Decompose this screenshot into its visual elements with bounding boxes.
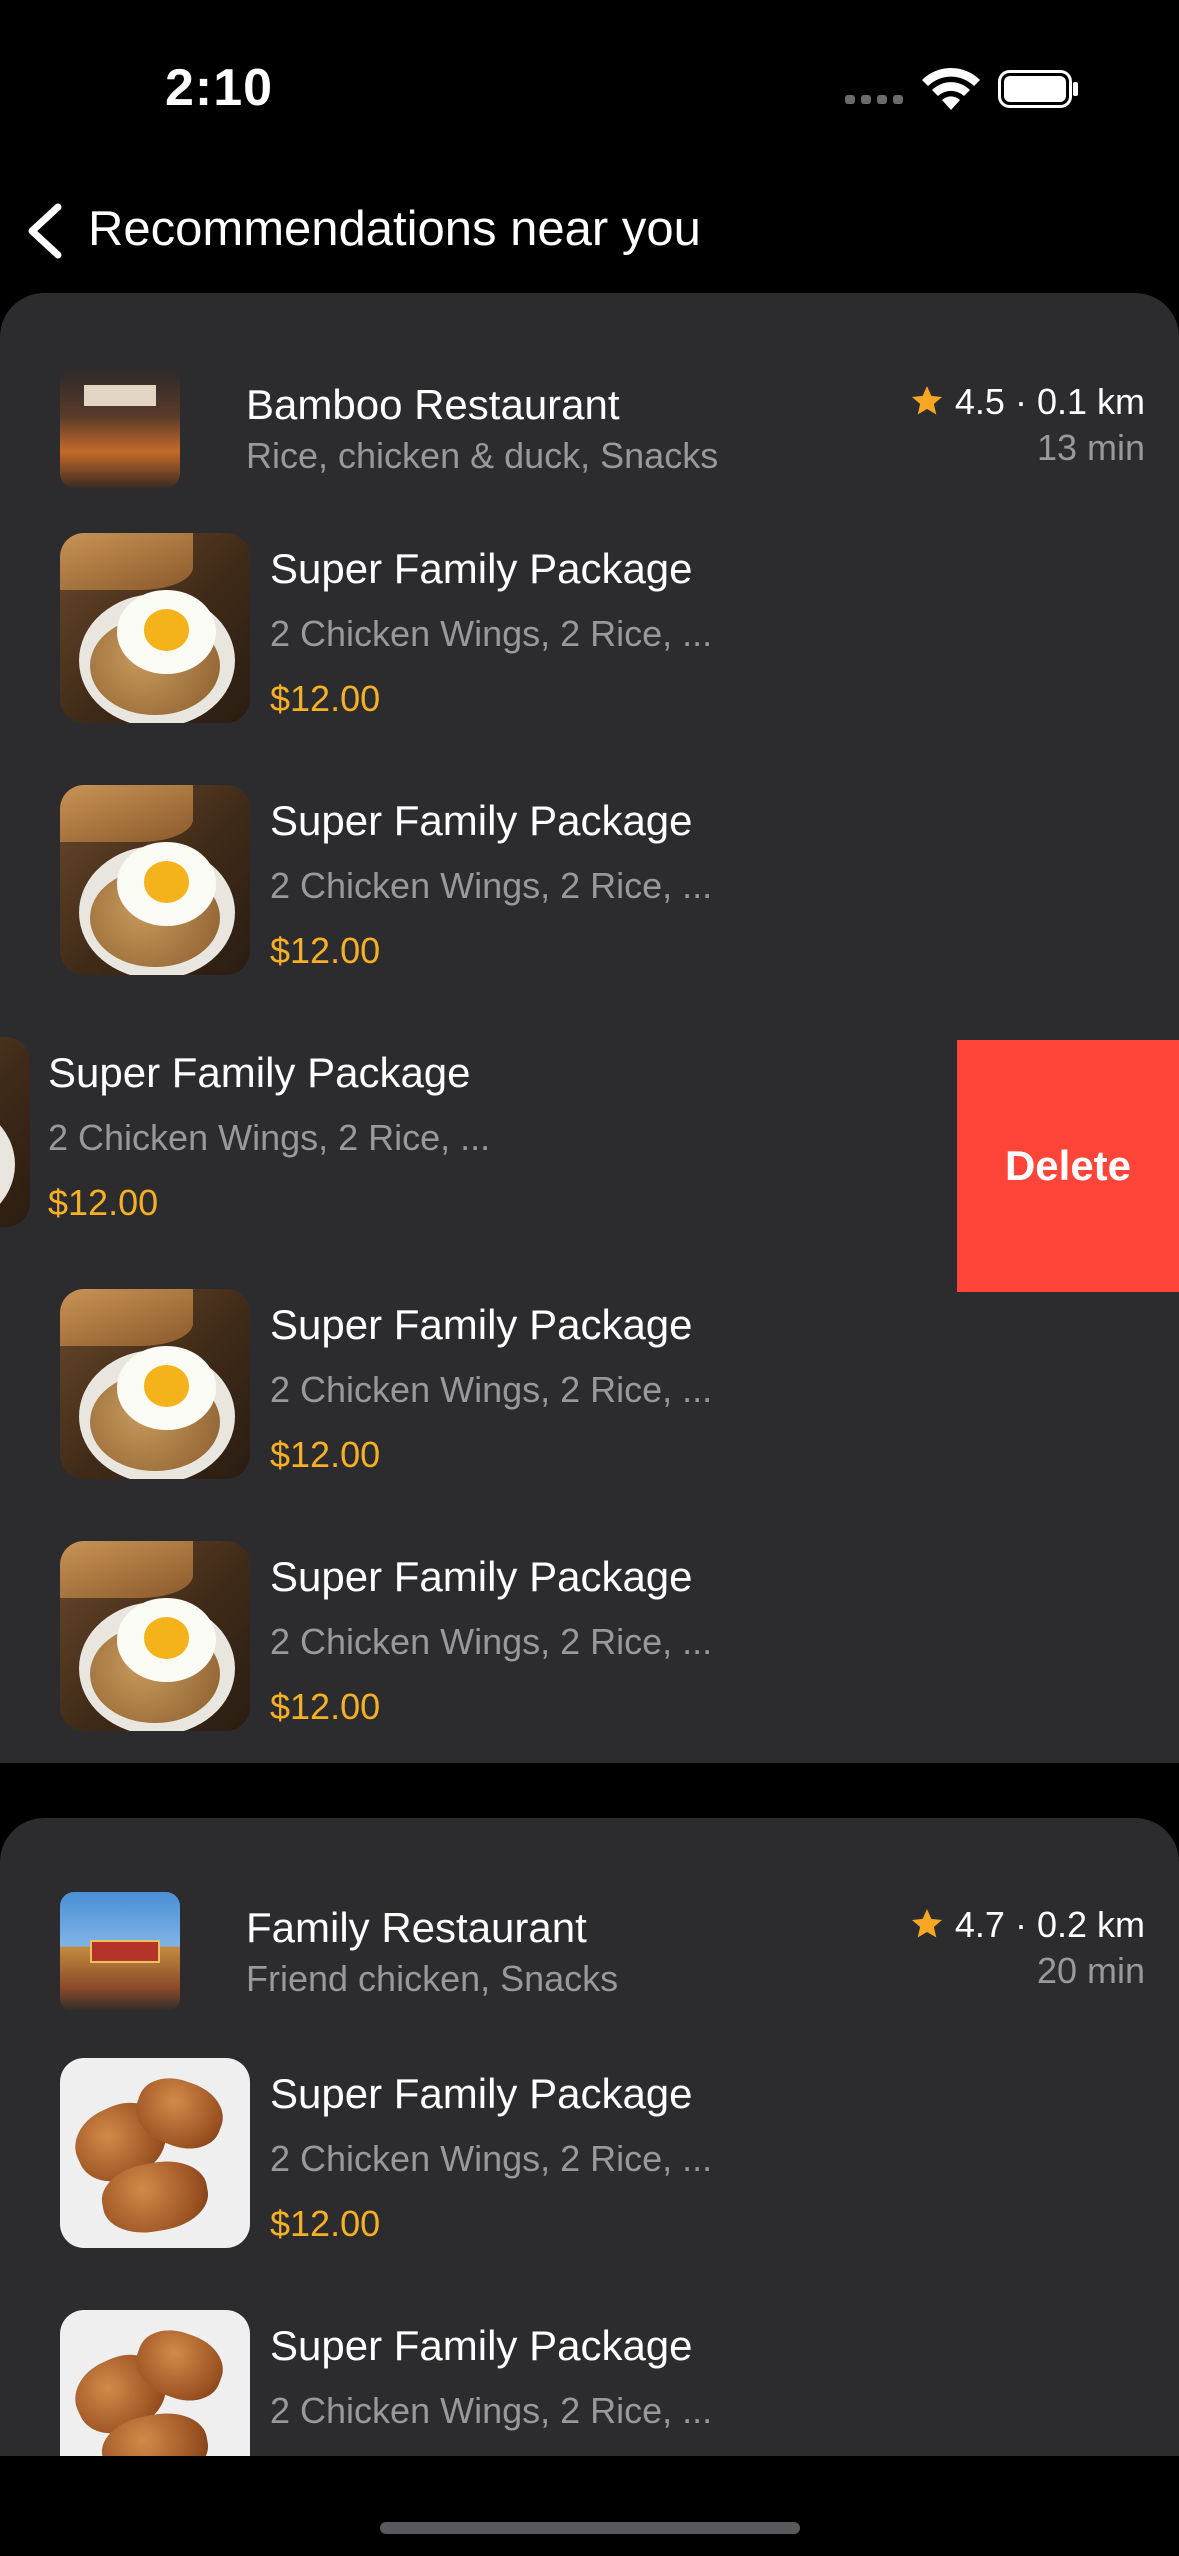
menu-item-swiped[interactable]: Super Family Package 2 Chicken Wings, 2 …	[0, 1037, 1179, 1292]
item-price: $12.00	[270, 678, 381, 719]
nav-bar: Recommendations near you	[0, 185, 1179, 275]
item-price: $12.00	[48, 1182, 159, 1223]
food-photo	[60, 2310, 250, 2456]
item-name: Super Family Package	[270, 545, 693, 592]
food-photo	[0, 1037, 30, 1227]
star-icon	[911, 1909, 942, 1938]
rating-value: 4.5	[954, 381, 1005, 422]
item-price: $12.00	[270, 2203, 381, 2244]
food-photo	[60, 785, 250, 975]
battery-icon	[998, 70, 1078, 108]
restaurant-card[interactable]: Family Restaurant Friend chicken, Snacks…	[0, 1818, 1179, 2456]
restaurant-header[interactable]: Bamboo Restaurant Rice, chicken & duck, …	[0, 293, 1179, 488]
food-photo	[60, 1289, 250, 1479]
menu-item[interactable]: Super Family Package 2 Chicken Wings, 2 …	[0, 1541, 1179, 1763]
restaurant-name: Family Restaurant	[246, 1904, 587, 1951]
item-name: Super Family Package	[270, 1553, 693, 1600]
item-description: 2 Chicken Wings, 2 Rice, ...	[270, 2138, 713, 2179]
menu-item[interactable]: Super Family Package 2 Chicken Wings, 2 …	[0, 1289, 1179, 1539]
item-description: 2 Chicken Wings, 2 Rice, ...	[270, 2390, 713, 2431]
restaurant-meta: 4.5 · 0.1 km	[909, 381, 1145, 423]
distance-value: 0.2 km	[1036, 1904, 1145, 1945]
separator-dot: ·	[1014, 1904, 1027, 1945]
restaurant-cuisine: Friend chicken, Snacks	[246, 1958, 619, 1999]
item-description: 2 Chicken Wings, 2 Rice, ...	[270, 1621, 713, 1662]
item-name: Super Family Package	[270, 2070, 693, 2117]
restaurant-card[interactable]: Bamboo Restaurant Rice, chicken & duck, …	[0, 293, 1179, 1763]
item-name: Super Family Package	[270, 797, 693, 844]
eta-value: 20 min	[1036, 1950, 1145, 1991]
star-icon	[911, 386, 942, 415]
home-bar	[0, 2456, 1179, 2556]
food-photo	[60, 533, 250, 723]
item-name: Super Family Package	[270, 1301, 693, 1348]
menu-item[interactable]: Super Family Package 2 Chicken Wings, 2 …	[0, 2058, 1179, 2308]
item-description: 2 Chicken Wings, 2 Rice, ...	[270, 613, 713, 654]
home-indicator[interactable]	[380, 2522, 800, 2534]
item-price: $12.00	[270, 930, 381, 971]
item-description: 2 Chicken Wings, 2 Rice, ...	[270, 865, 713, 906]
menu-item[interactable]: Super Family Package 2 Chicken Wings, 2 …	[0, 785, 1179, 1035]
menu-item[interactable]: Super Family Package 2 Chicken Wings, 2 …	[0, 533, 1179, 783]
item-description: 2 Chicken Wings, 2 Rice, ...	[270, 1369, 713, 1410]
restaurant-header[interactable]: Family Restaurant Friend chicken, Snacks…	[0, 1818, 1179, 2012]
separator-dot: ·	[1014, 381, 1027, 422]
restaurant-cuisine: Rice, chicken & duck, Snacks	[246, 435, 719, 476]
food-photo	[60, 1541, 250, 1731]
page-title: Recommendations near you	[88, 202, 701, 256]
status-bar: 2:10	[0, 0, 1179, 160]
item-description: 2 Chicken Wings, 2 Rice, ...	[48, 1117, 491, 1158]
restaurant-photo	[60, 1892, 180, 2012]
item-name: Super Family Package	[48, 1049, 471, 1096]
distance-value: 0.1 km	[1036, 381, 1145, 422]
item-price: $12.00	[270, 1686, 381, 1727]
restaurant-meta: 4.7 · 0.2 km	[909, 1904, 1145, 1946]
eta-value: 13 min	[1036, 427, 1145, 468]
item-price: $12.00	[270, 1434, 381, 1475]
chevron-left-icon[interactable]	[18, 199, 78, 263]
wifi-icon	[922, 67, 980, 110]
signal-icon	[845, 95, 903, 105]
food-photo	[60, 2058, 250, 2248]
item-name: Super Family Package	[270, 2322, 693, 2369]
rating-value: 4.7	[954, 1904, 1005, 1945]
delete-button[interactable]: Delete	[957, 1040, 1179, 1292]
restaurant-name: Bamboo Restaurant	[246, 381, 620, 428]
restaurant-photo	[60, 368, 180, 488]
menu-item[interactable]: Super Family Package 2 Chicken Wings, 2 …	[0, 2310, 1179, 2456]
status-time: 2:10	[165, 59, 274, 117]
